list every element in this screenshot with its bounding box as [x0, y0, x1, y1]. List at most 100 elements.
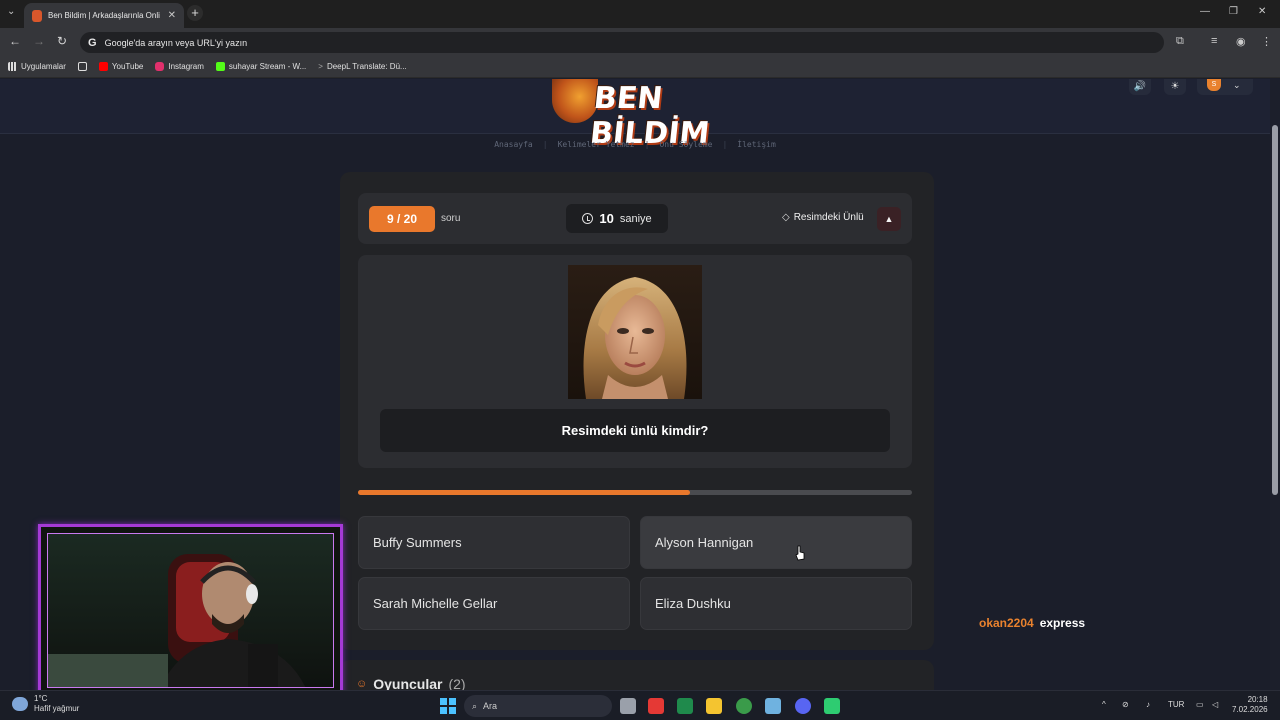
clock-date: 7.02.2026: [1232, 705, 1268, 714]
progress-fill: [358, 490, 691, 495]
browser-tabstrip: ⌄ Ben Bildim | Arkadaşlarınla Onli ✕ + —…: [0, 0, 1280, 28]
answer-option-3[interactable]: Sarah Michelle Gellar: [358, 577, 630, 630]
game-app-icon[interactable]: [824, 698, 840, 714]
question-text: Resimdeki ünlü kimdir?: [380, 409, 890, 452]
user-menu[interactable]: S ⌄: [1197, 79, 1253, 95]
timer: 10 saniye: [566, 204, 668, 233]
hand-cursor-icon: [795, 545, 805, 561]
webcam-feed: [47, 533, 334, 688]
grid-icon: [77, 62, 87, 71]
stream-chat-message: okan2204 express: [979, 616, 1085, 630]
taskbar-search-placeholder: Ara: [483, 701, 498, 711]
site-logo[interactable]: BEN BİLDİM: [552, 79, 714, 151]
task-view-icon[interactable]: [620, 698, 636, 714]
chrome-icon[interactable]: [736, 698, 752, 714]
theme-toggle-icon[interactable]: ☀: [1164, 79, 1186, 95]
menu-dots-icon[interactable]: ⋮: [1261, 35, 1272, 48]
excel-icon[interactable]: [677, 698, 693, 714]
nav-divider: |: [542, 140, 548, 149]
weather-temp: 1°C: [34, 694, 48, 703]
timer-value: 10: [599, 211, 614, 226]
volume-icon[interactable]: ◁: [1212, 700, 1218, 709]
nav-divider: |: [722, 140, 728, 149]
instagram-icon: [155, 62, 165, 71]
browser-toolbar: ← → ↻ G Google'da arayın veya URL'yi yaz…: [0, 28, 1280, 56]
bookmark-deepl[interactable]: > DeepL Translate: Dü...: [318, 62, 406, 71]
page-scrollbar[interactable]: [1270, 79, 1280, 690]
report-button[interactable]: ▲: [877, 207, 901, 231]
bookmark-kick[interactable]: suhayar Stream - W...: [215, 62, 306, 71]
bookmark-instagram[interactable]: Instagram: [155, 62, 204, 71]
media-control-icon[interactable]: ≡: [1211, 35, 1217, 47]
timer-unit: saniye: [619, 212, 652, 225]
browser-tab[interactable]: Ben Bildim | Arkadaşlarınla Onli ✕: [24, 3, 184, 28]
chevron-down-icon: ⌄: [1233, 80, 1241, 90]
windows-start-icon[interactable]: [440, 698, 456, 714]
site-nav: Anasayfa | Kelimeler Yetmez | Onu Söylem…: [0, 134, 1270, 156]
file-explorer-icon[interactable]: [706, 698, 722, 714]
answer-option-1[interactable]: Buffy Summers: [358, 516, 630, 569]
kick-icon: [215, 62, 225, 71]
taskbar-search[interactable]: ⌕ Ara: [464, 695, 612, 717]
cloud-rain-icon: [12, 697, 28, 711]
nav-iletisim[interactable]: İletişim: [737, 134, 776, 156]
deepl-icon: >: [318, 62, 323, 71]
bookmark-apps[interactable]: Uygulamalar: [8, 62, 66, 71]
chat-username: okan2204: [979, 616, 1034, 630]
back-icon[interactable]: ←: [9, 34, 21, 48]
chat-text: express: [1039, 616, 1086, 630]
webcam-overlay: [38, 524, 343, 697]
apps-grid-icon: [8, 62, 17, 71]
network-icon[interactable]: ⊘: [1122, 700, 1129, 709]
clock-time: 20:18: [1247, 695, 1268, 704]
warning-icon: ▲: [884, 214, 894, 224]
forward-icon[interactable]: →: [33, 34, 45, 48]
answer-option-2[interactable]: Alyson Hannigan: [640, 516, 912, 569]
question-card: Resimdeki ünlü kimdir?: [358, 255, 912, 468]
category-label: Resimdeki Ünlü: [793, 212, 864, 223]
youtube-app-icon[interactable]: [648, 698, 664, 714]
avatar: S: [1207, 79, 1221, 91]
extensions-icon[interactable]: ⧉: [1176, 35, 1184, 48]
time-progress-bar: [358, 490, 912, 495]
nav-onu-soyleme[interactable]: Onu Söyleme: [659, 134, 712, 156]
address-bar[interactable]: G Google'da arayın veya URL'yi yazın: [80, 32, 1164, 53]
app-icon[interactable]: [765, 698, 781, 714]
scroll-thumb[interactable]: [1272, 125, 1278, 495]
celebrity-portrait-image: [568, 265, 702, 399]
celebrity-photo: [568, 265, 702, 399]
minimize-icon[interactable]: —: [1200, 6, 1210, 17]
profile-icon[interactable]: ◉: [1236, 35, 1246, 48]
site-header: BEN BİLDİM 🔊 ☀ S ⌄: [0, 79, 1270, 151]
bookmark-youtube[interactable]: YouTube: [98, 62, 143, 71]
restore-icon[interactable]: ❐: [1229, 6, 1238, 17]
close-icon[interactable]: ✕: [168, 10, 176, 21]
question-counter-badge: 9 / 20: [369, 206, 435, 232]
clock-icon: [582, 213, 594, 224]
system-clock[interactable]: 20:18 7.02.2026: [1232, 695, 1268, 715]
bookmarks-bar: Uygulamalar YouTube Instagram suhayar St…: [0, 56, 1280, 78]
users-icon: ☺: [356, 678, 368, 690]
nav-divider: |: [644, 140, 650, 149]
tag-icon: ◇: [782, 212, 790, 223]
tab-search-chevron-icon[interactable]: ⌄: [7, 6, 15, 17]
nav-home[interactable]: Anasayfa: [494, 134, 533, 156]
discord-icon[interactable]: [795, 698, 811, 714]
nav-kelimeler-yetmez[interactable]: Kelimeler Yetmez: [558, 134, 635, 156]
category-tag: ◇ Resimdeki Ünlü: [782, 212, 864, 223]
reload-icon[interactable]: ↻: [57, 34, 67, 48]
sound-icon[interactable]: 🔊: [1129, 79, 1151, 95]
windows-taskbar: 1°C Hafif yağmur ⌕ Ara ^ ⊘ ♪ TUR ▭ ◁ 20:…: [0, 690, 1280, 720]
youtube-icon: [98, 62, 108, 71]
tray-chevron-icon[interactable]: ^: [1102, 700, 1106, 709]
answer-option-4[interactable]: Eliza Dushku: [640, 577, 912, 630]
display-icon[interactable]: ▭: [1196, 700, 1204, 709]
bookmark-grid[interactable]: [77, 62, 87, 71]
weather-desc: Hafif yağmur: [34, 704, 80, 713]
microphone-icon[interactable]: ♪: [1146, 700, 1150, 709]
window-close-icon[interactable]: ✕: [1258, 6, 1266, 17]
new-tab-button[interactable]: +: [187, 5, 203, 21]
weather-widget[interactable]: 1°C Hafif yağmur: [12, 694, 79, 714]
question-counter-label: soru: [441, 213, 461, 224]
language-indicator[interactable]: TUR: [1168, 700, 1184, 709]
